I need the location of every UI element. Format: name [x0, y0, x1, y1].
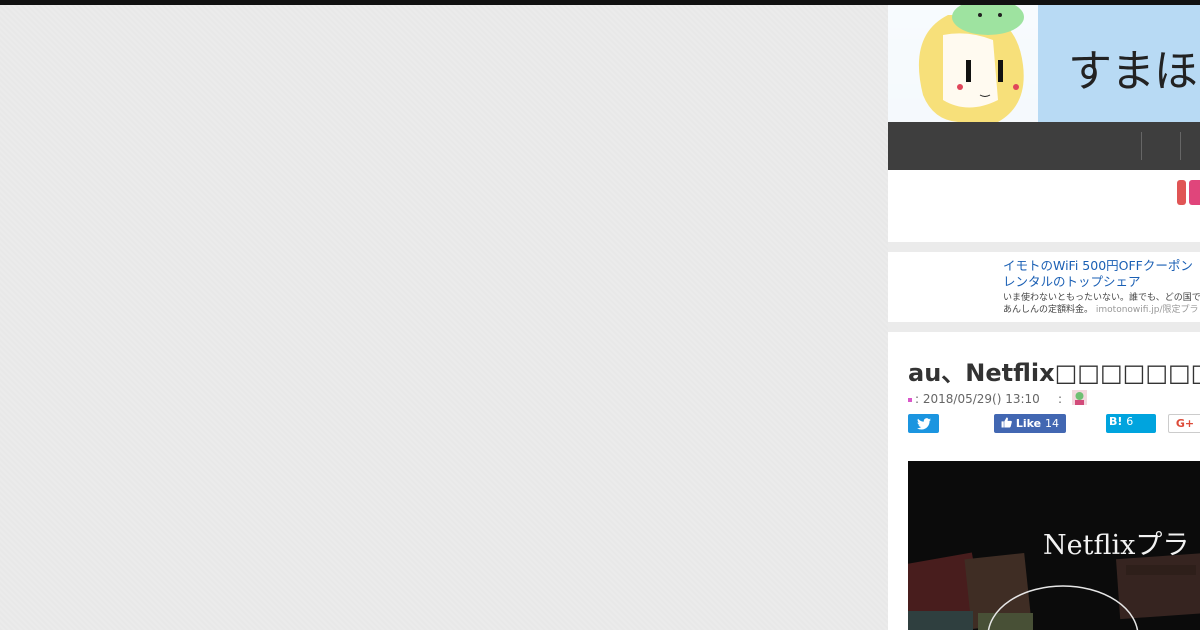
hatena-count: 6: [1126, 415, 1134, 428]
meta-dot-icon: [908, 397, 912, 402]
facebook-like-label: Like: [1015, 417, 1042, 430]
ad-desc-line1: いま使わないともったいない。誰でも、どの国で: [1003, 293, 1200, 303]
nav-bar: [888, 122, 1200, 170]
ad-desc-text: あんしんの定額料金。: [1003, 305, 1094, 315]
nav-divider: [1141, 132, 1142, 160]
header-button-red[interactable]: [1177, 180, 1186, 205]
author-avatar[interactable]: [1072, 390, 1087, 405]
hero-text: Netflixプラ: [1043, 530, 1190, 561]
ad-desc-line2: あんしんの定額料金。 imotonowifi.jp/限定プラ: [1003, 304, 1200, 316]
article-card: au、Netflix□□□□□□□□□□□□□ : 2018/05/29() 1…: [888, 332, 1200, 630]
header-white-area: [888, 170, 1200, 242]
google-plus-button[interactable]: G+: [1168, 414, 1200, 433]
thumbs-up-icon: [1001, 417, 1012, 428]
avatar-icon: [1072, 390, 1087, 405]
ad-block[interactable]: イモトのWiFi 500円OFFクーポン レンタルのトップシェア いま使わないと…: [888, 252, 1200, 322]
nav-divider: [1180, 132, 1181, 160]
banner-title: すまほん: [1068, 46, 1200, 97]
ad-title-line2[interactable]: レンタルのトップシェア: [1003, 274, 1200, 290]
facebook-like-button[interactable]: Like 14: [994, 414, 1066, 433]
hatena-icon: B!: [1109, 415, 1123, 428]
author-separator: :: [1058, 392, 1063, 406]
ad-title[interactable]: イモトのWiFi 500円OFFクーポン レンタルのトップシェア: [1003, 258, 1200, 290]
ad-description: いま使わないともったいない。誰でも、どの国で あんしんの定額料金。 imoton…: [1003, 292, 1200, 316]
twitter-share-button[interactable]: [908, 414, 939, 433]
main-column: すまほん イモトのWiFi 500円OFFクーポン レンタルのトップシェア いま…: [888, 5, 1200, 630]
page-background: [0, 5, 888, 630]
article-meta: : 2018/05/29() 13:10: [908, 392, 1040, 406]
ad-title-line1[interactable]: イモトのWiFi 500円OFFクーポン: [1003, 258, 1200, 274]
ad-url[interactable]: imotonowifi.jp/限定プラ: [1096, 305, 1199, 315]
article-hero-image[interactable]: Netflixプラ: [908, 461, 1200, 630]
site-banner[interactable]: すまほん: [888, 5, 1200, 122]
hatena-bookmark-button[interactable]: B! 6: [1106, 414, 1156, 433]
article-date: : 2018/05/29() 13:10: [915, 392, 1040, 406]
article-title[interactable]: au、Netflix□□□□□□□□□□□□□: [908, 353, 1200, 388]
facebook-like-count: 14: [1044, 417, 1059, 430]
twitter-icon: [916, 418, 931, 430]
header-button-pink[interactable]: [1189, 180, 1200, 205]
